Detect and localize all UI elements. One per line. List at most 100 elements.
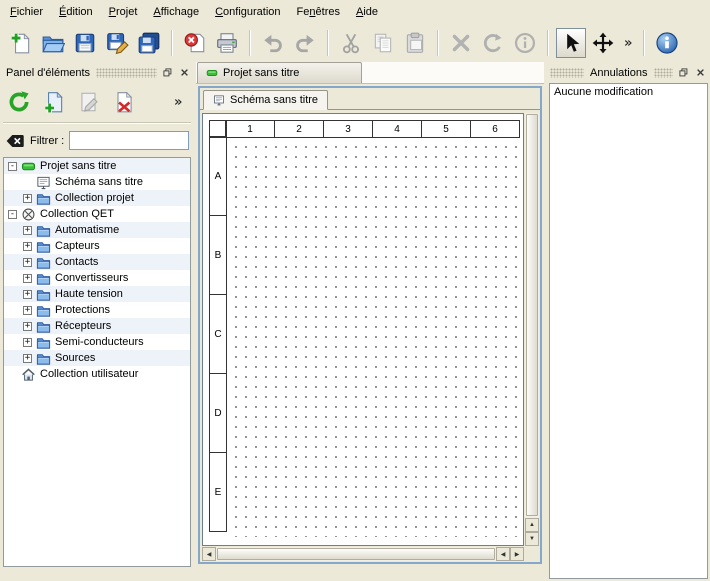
select-mode-button[interactable] bbox=[556, 28, 586, 58]
tree-item-protections[interactable]: +Protections bbox=[4, 302, 190, 318]
tree-item-recepteurs[interactable]: +Récepteurs bbox=[4, 318, 190, 334]
new-element-button[interactable] bbox=[39, 87, 69, 117]
horizontal-scrollbar[interactable]: ◀ ◀ ▶ bbox=[202, 547, 524, 561]
clear-filter-button[interactable] bbox=[5, 133, 25, 149]
dock-grip bbox=[96, 68, 157, 78]
row-label: C bbox=[209, 294, 227, 374]
tree-item-automatisme[interactable]: + Automatisme bbox=[4, 222, 190, 238]
menu-edition[interactable]: Édition bbox=[51, 3, 101, 21]
close-dock-button[interactable] bbox=[177, 66, 191, 80]
tree-item-capteurs[interactable]: +Capteurs bbox=[4, 238, 190, 254]
undo-panel-titlebar[interactable]: Annulations bbox=[550, 64, 707, 81]
save-as-button[interactable] bbox=[102, 28, 132, 58]
vertical-scroll-thumb[interactable] bbox=[526, 114, 538, 516]
scrollbar-corner bbox=[525, 547, 539, 561]
scroll-left-button[interactable]: ◀ bbox=[202, 547, 216, 561]
menu-fichier[interactable]: Fichier bbox=[2, 3, 51, 21]
element-panel-titlebar[interactable]: Panel d'éléments bbox=[3, 64, 191, 81]
filter-label: Filtrer : bbox=[30, 135, 64, 147]
panel-toolbar-overflow-button[interactable] bbox=[170, 87, 186, 117]
project-icon bbox=[206, 67, 218, 79]
left-arrow-icon: ◀ bbox=[207, 551, 212, 558]
tree-item-semi-conducteurs[interactable]: +Semi-conducteurs bbox=[4, 334, 190, 350]
expand-expander[interactable]: + bbox=[23, 242, 32, 251]
horizontal-scroll-thumb[interactable] bbox=[217, 548, 495, 560]
collapse-expander[interactable]: - bbox=[8, 210, 17, 219]
collapse-expander[interactable]: - bbox=[8, 162, 17, 171]
main-toolbar-overflow-button[interactable] bbox=[620, 28, 636, 58]
tree-item-projet-sans-titre[interactable]: - Projet sans titre bbox=[4, 158, 190, 174]
toolbar-separator bbox=[547, 30, 549, 56]
tab-schema[interactable]: Schéma sans titre bbox=[203, 90, 328, 110]
tab-project[interactable]: Projet sans titre bbox=[197, 62, 362, 83]
folder-icon bbox=[36, 191, 51, 206]
expand-expander[interactable]: + bbox=[23, 322, 32, 331]
float-dock-button[interactable] bbox=[160, 66, 174, 80]
copy-button bbox=[368, 28, 398, 58]
tree-item-sources[interactable]: +Sources bbox=[4, 350, 190, 366]
tree-item-collection-utilisateur[interactable]: Collection utilisateur bbox=[4, 366, 190, 382]
scroll-right-button[interactable]: ▶ bbox=[510, 547, 524, 561]
toolbar-separator bbox=[249, 30, 251, 56]
float-icon bbox=[679, 68, 688, 77]
tree-item-collection-qet[interactable]: -Collection QET bbox=[4, 206, 190, 222]
schema-canvas[interactable]: 123456 ABCDE bbox=[202, 113, 524, 546]
tree-item-collection-projet[interactable]: +Collection projet bbox=[4, 190, 190, 206]
delete-element-icon bbox=[112, 90, 136, 114]
tree-item-convertisseurs[interactable]: +Convertisseurs bbox=[4, 270, 190, 286]
expand-expander[interactable]: + bbox=[23, 354, 32, 363]
menu-affichage[interactable]: Affichage bbox=[145, 3, 207, 21]
rotate-icon bbox=[481, 31, 505, 55]
print-button[interactable] bbox=[212, 28, 242, 58]
expand-expander[interactable]: + bbox=[23, 290, 32, 299]
print-icon bbox=[215, 31, 239, 55]
float-dock-button[interactable] bbox=[676, 66, 690, 80]
filter-input[interactable] bbox=[69, 131, 189, 150]
undo-list-item[interactable]: Aucune modification bbox=[550, 84, 707, 100]
dock-grip bbox=[550, 68, 584, 78]
menu-aide[interactable]: Aide bbox=[348, 3, 386, 21]
column-label: 1 bbox=[225, 120, 275, 138]
tree-item-label: Schéma sans titre bbox=[55, 176, 143, 188]
tree-item-label: Automatisme bbox=[55, 224, 119, 236]
vertical-scrollbar[interactable]: ▲ ▼ bbox=[525, 113, 539, 546]
tree-item-schema-sans-titre[interactable]: Schéma sans titre bbox=[4, 174, 190, 190]
expand-expander[interactable]: + bbox=[23, 306, 32, 315]
close-file-button[interactable] bbox=[180, 28, 210, 58]
grid-area[interactable] bbox=[227, 138, 524, 537]
schema-icon bbox=[36, 175, 51, 190]
close-dock-button[interactable] bbox=[693, 66, 707, 80]
tree-item-contacts[interactable]: +Contacts bbox=[4, 254, 190, 270]
undo-panel-title: Annulations bbox=[587, 67, 651, 79]
element-panel: Panel d'éléments Filtrer : - Projet sans … bbox=[0, 62, 194, 581]
new-document-button[interactable] bbox=[6, 28, 36, 58]
expand-expander[interactable]: + bbox=[23, 258, 32, 267]
open-project-button[interactable] bbox=[38, 28, 68, 58]
copy-icon bbox=[371, 31, 395, 55]
about-qet-button[interactable] bbox=[652, 28, 682, 58]
tree-item-label: Projet sans titre bbox=[40, 160, 116, 172]
delete-element-button[interactable] bbox=[109, 87, 139, 117]
save-button[interactable] bbox=[70, 28, 100, 58]
expand-expander[interactable]: + bbox=[23, 226, 32, 235]
folder-icon bbox=[36, 303, 51, 318]
menu-fenetres[interactable]: Fenêtres bbox=[289, 3, 348, 21]
menu-configuration[interactable]: Configuration bbox=[207, 3, 288, 21]
scroll-up-button[interactable]: ▲ bbox=[525, 518, 539, 532]
scroll-left-button-2[interactable]: ◀ bbox=[496, 547, 510, 561]
scroll-down-button[interactable]: ▼ bbox=[525, 532, 539, 546]
menu-projet[interactable]: Projet bbox=[101, 3, 146, 21]
expand-expander[interactable]: + bbox=[23, 274, 32, 283]
save-all-button[interactable] bbox=[134, 28, 164, 58]
pan-mode-button[interactable] bbox=[588, 28, 618, 58]
expand-expander[interactable]: + bbox=[23, 194, 32, 203]
reload-collections-button[interactable] bbox=[4, 87, 34, 117]
tree-item-haute-tension[interactable]: +Haute tension bbox=[4, 286, 190, 302]
element-tree: -Projet sans titreSchéma sans titre+Coll… bbox=[3, 157, 191, 567]
app: { "menubar": { "items": [ {"label": "Fic… bbox=[0, 0, 710, 581]
cut-icon bbox=[339, 31, 363, 55]
toolbar-separator-line bbox=[3, 122, 191, 124]
open-folder-icon bbox=[41, 31, 65, 55]
menu-bar: FichierÉditionProjetAffichageConfigurati… bbox=[0, 0, 710, 23]
expand-expander[interactable]: + bbox=[23, 338, 32, 347]
